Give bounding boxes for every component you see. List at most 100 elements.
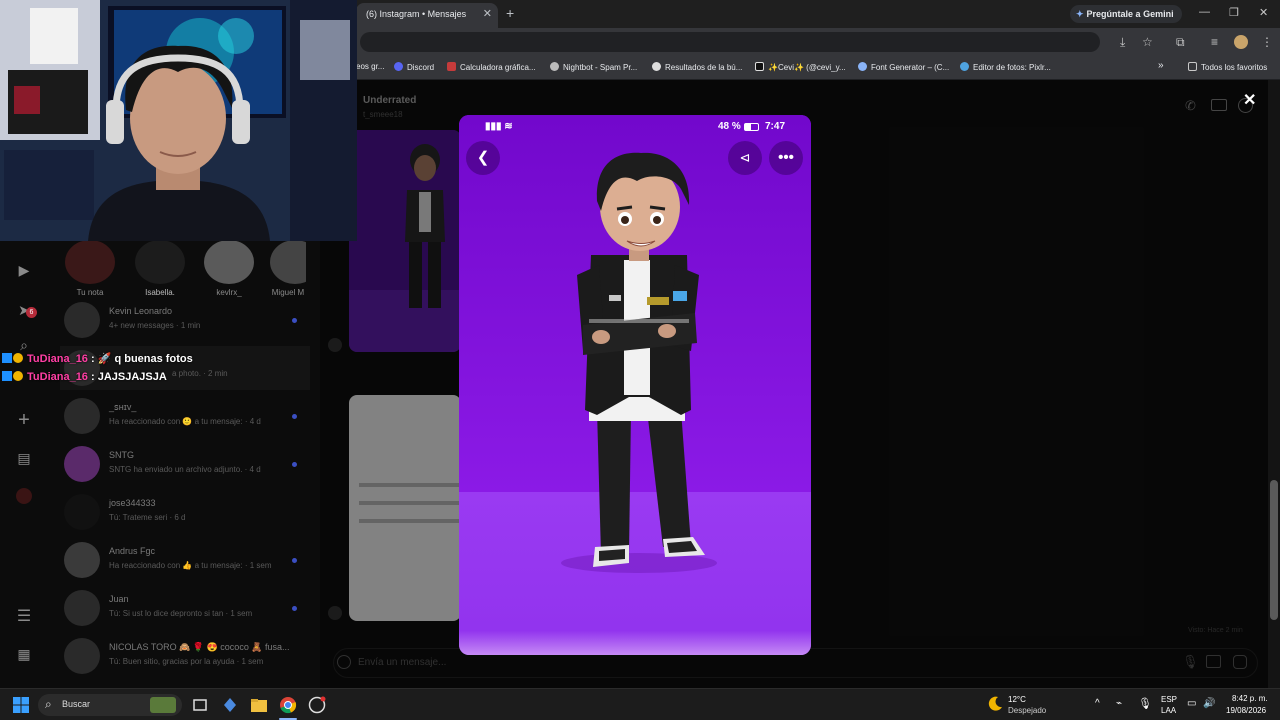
close-viewer-icon[interactable]: ✕ bbox=[1243, 90, 1256, 110]
conversation-preview: Tú: Buen sitio, gracias por la ayuda · 1… bbox=[109, 657, 264, 666]
more-options-icon: ••• bbox=[769, 141, 803, 175]
conversation-row[interactable]: _ꜱʜɪᴠ_ Ha reaccionado con 🙂 a tu mensaje… bbox=[60, 394, 310, 438]
taskbar-search-placeholder: Buscar bbox=[62, 699, 91, 709]
apps-grid-icon[interactable]: ▦ bbox=[16, 646, 32, 662]
conversation-name: Juan bbox=[109, 594, 129, 604]
obs-icon[interactable] bbox=[308, 696, 326, 714]
bookmark-label: Discord bbox=[407, 63, 435, 72]
tray-overflow-icon[interactable]: ^ bbox=[1095, 698, 1100, 709]
tiktok-icon bbox=[755, 62, 764, 71]
bookmark-cevi[interactable]: ✨Cevi✨ (@cevi_y... bbox=[755, 62, 846, 72]
tab-close-icon[interactable]: ✕ bbox=[483, 3, 492, 26]
battery-fill bbox=[745, 124, 752, 130]
task-view-icon[interactable] bbox=[192, 696, 210, 714]
note-label: kevlrx_ bbox=[216, 288, 242, 297]
conversation-row[interactable]: Juan Tú: Si ust lo dice depronto si tan … bbox=[60, 586, 310, 630]
media-icon[interactable]: ≡ bbox=[1211, 35, 1218, 49]
note-tu-nota[interactable]: Tu nota bbox=[65, 240, 115, 297]
bookmark-nightbot[interactable]: Nightbot - Spam Pr... bbox=[550, 62, 637, 72]
conversation-avatar bbox=[64, 302, 100, 338]
create-icon[interactable]: + bbox=[16, 410, 32, 430]
bookmark-label: Todos los favoritos bbox=[1201, 63, 1268, 72]
app-icon[interactable] bbox=[221, 696, 239, 714]
reels-icon[interactable]: ▶ bbox=[16, 262, 32, 278]
bookmark-0[interactable]: eos gr... bbox=[356, 62, 384, 71]
chat-badge-icon bbox=[2, 353, 12, 363]
conversation-avatar bbox=[64, 590, 100, 626]
clock-time[interactable]: 8:42 p. m. bbox=[1232, 694, 1268, 703]
conversation-row[interactable]: SNTG SNTG ha enviado un archivo adjunto.… bbox=[60, 442, 310, 486]
bookmark-all-favorites[interactable]: Todos los favoritos bbox=[1188, 62, 1267, 72]
bookmark-discord[interactable]: Discord bbox=[394, 62, 434, 72]
note-label: Isabella. bbox=[145, 288, 175, 297]
network-icon[interactable]: ⌁ bbox=[1116, 698, 1122, 709]
chat-message: : JAJSJAJSJA bbox=[87, 371, 167, 383]
note-kevlrx[interactable]: kevlrx_ bbox=[204, 240, 254, 297]
bookmarks-overflow-icon[interactable]: » bbox=[1158, 60, 1164, 71]
webcam-feed bbox=[0, 0, 357, 241]
tab-title: (6) Instagram • Mensajes bbox=[366, 9, 467, 19]
volume-icon[interactable]: 🔊 bbox=[1203, 698, 1215, 709]
close-window-icon[interactable]: ✕ bbox=[1259, 6, 1268, 19]
conversation-row[interactable]: Andrus Fgc Ha reaccionado con 👍 a tu men… bbox=[60, 538, 310, 582]
install-app-icon[interactable]: ⤓ bbox=[1120, 35, 1125, 50]
bookmark-pixlr[interactable]: Editor de fotos: Pixlr... bbox=[960, 62, 1051, 72]
minimize-icon[interactable]: — bbox=[1199, 6, 1210, 18]
nightbot-icon bbox=[550, 62, 559, 71]
bookmark-star-icon[interactable]: ☆ bbox=[1142, 35, 1153, 49]
note-isabella[interactable]: Isabella. bbox=[135, 240, 185, 297]
conversation-name: SNTG bbox=[109, 450, 135, 460]
profile-icon[interactable] bbox=[16, 488, 32, 504]
conversation-name: _ꜱʜɪᴠ_ bbox=[109, 402, 137, 412]
insights-icon[interactable]: ▤ bbox=[16, 450, 32, 466]
chrome-icon[interactable] bbox=[279, 696, 297, 714]
conversation-row[interactable]: Kevin Leonardo 4+ new messages · 1 min bbox=[60, 298, 310, 342]
unread-dot bbox=[292, 462, 297, 467]
note-miguel[interactable]: Miguel M bbox=[270, 240, 306, 297]
language-code[interactable]: ESP bbox=[1161, 695, 1177, 704]
battery-icon bbox=[744, 123, 759, 131]
note-avatar bbox=[135, 240, 185, 284]
windows-start-icon[interactable] bbox=[12, 696, 30, 714]
extensions-icon[interactable]: ⧉ bbox=[1176, 35, 1185, 50]
gemini-button[interactable]: ✦ Pregúntale a Gemini bbox=[1070, 5, 1182, 23]
new-tab-button[interactable]: + bbox=[506, 5, 514, 21]
tab-instagram[interactable]: (6) Instagram • Mensajes ✕ bbox=[356, 3, 498, 28]
font-generator-icon bbox=[858, 62, 867, 71]
file-explorer-icon[interactable] bbox=[250, 696, 268, 714]
share-icon: ⊲ bbox=[728, 141, 762, 175]
taskbar-search-box[interactable]: ⌕ Buscar bbox=[38, 694, 182, 716]
language-sub: LAA bbox=[1161, 706, 1177, 715]
webcam-overlay bbox=[0, 0, 357, 241]
profile-avatar[interactable] bbox=[1234, 35, 1248, 49]
conversation-avatar bbox=[64, 446, 100, 482]
note-label: Miguel M bbox=[271, 288, 305, 297]
restore-icon[interactable]: ❐ bbox=[1229, 6, 1239, 19]
search-highlight-icon bbox=[150, 697, 176, 713]
weather-temp: 12°C bbox=[1008, 695, 1026, 704]
screen: (6) Instagram • Mensajes ✕ + ✦ Pregúntale… bbox=[0, 0, 1280, 720]
stream-chat-line: TuDiana_16 : JAJSJAJSJA bbox=[2, 371, 167, 383]
moon-weather-icon[interactable] bbox=[986, 695, 1004, 713]
bookmark-label: ✨Cevi✨ (@cevi_y... bbox=[768, 63, 846, 72]
conversation-name: NICOLAS TORO 🙈 🌹 😍 cococo 🧸 fusa... bbox=[109, 642, 290, 652]
back-arrow-icon: ❮ bbox=[466, 141, 500, 175]
search-icon[interactable]: ⌕ bbox=[16, 337, 32, 353]
bookmark-resultados[interactable]: Resultados de la bú... bbox=[652, 62, 742, 72]
microphone-tray-icon[interactable]: 🎙 bbox=[1138, 697, 1152, 710]
bookmark-label: eos gr... bbox=[356, 62, 385, 71]
display-icon[interactable]: ▭ bbox=[1187, 698, 1196, 709]
conversation-row[interactable]: NICOLAS TORO 🙈 🌹 😍 cococo 🧸 fusa... Tú: … bbox=[60, 634, 310, 678]
bookmark-calculadora[interactable]: Calculadora gráfica... bbox=[447, 62, 536, 72]
conversation-preview: SNTG ha enviado un archivo adjunto. · 4 … bbox=[109, 465, 261, 474]
folder-icon bbox=[1188, 62, 1197, 71]
omnibox[interactable] bbox=[360, 32, 1100, 52]
conversation-row[interactable]: jose344333 Tú: Trateme seri · 6 d bbox=[60, 490, 310, 534]
bookmark-label: Resultados de la bú... bbox=[665, 63, 743, 72]
globe-icon bbox=[652, 62, 661, 71]
conversation-avatar bbox=[64, 494, 100, 530]
bookmark-font-generator[interactable]: Font Generator – (C... bbox=[858, 62, 949, 72]
scrollbar-thumb[interactable] bbox=[1270, 480, 1278, 620]
menu-kebab-icon[interactable]: ⋮ bbox=[1261, 35, 1273, 49]
more-menu-icon[interactable]: ☰ bbox=[16, 609, 32, 625]
